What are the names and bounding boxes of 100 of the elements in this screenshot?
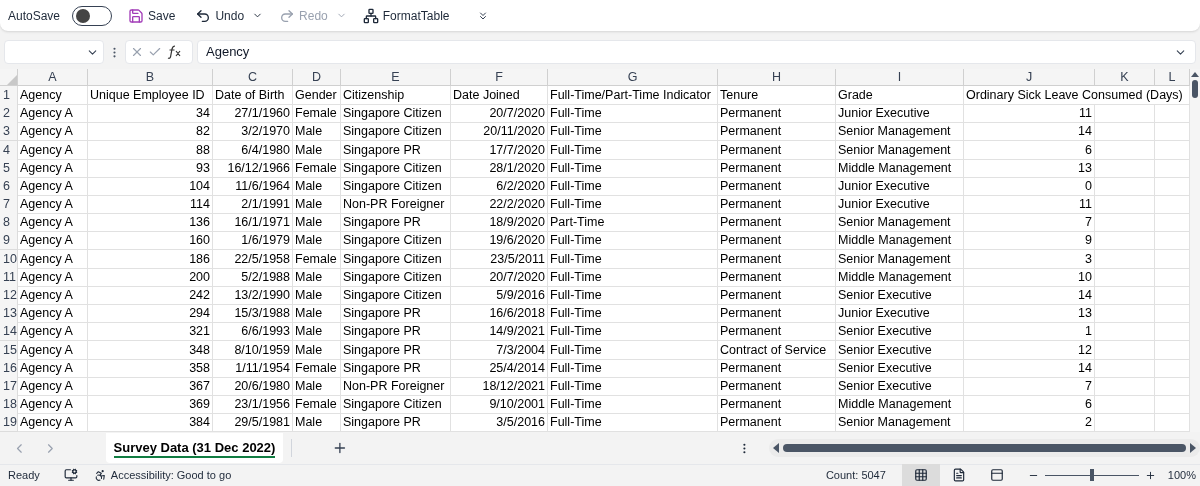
table-cell: Agency A [18,304,88,324]
table-cell: Middle Management [836,267,964,287]
table-cell: Singapore Citizen [341,286,451,305]
row-number[interactable]: 19 [0,413,18,432]
table-cell: Senior Management [836,122,964,142]
table-cell: Male [293,231,341,251]
column-header[interactable]: C [213,68,293,86]
table-cell: Singapore Citizen [341,104,451,124]
table-cell: 294 [88,304,213,324]
macro-recorder-icon[interactable] [63,468,78,483]
grid-icon [913,468,928,483]
column-heading: Full-Time/Part-Time Indicator [548,85,718,105]
formula-field[interactable]: Agency [197,40,1196,65]
zoom-level[interactable]: 100% [1167,467,1196,484]
accessibility-status[interactable]: Accessibility: Good to go [110,467,232,484]
empty-cell [1095,122,1155,142]
empty-cell [1095,322,1155,342]
table-cell: Permanent [718,249,836,269]
table-cell: 6/4/1980 [213,140,293,160]
autosave-toggle[interactable] [72,5,113,26]
table-cell: Singapore PR [341,340,451,360]
table-cell: Part-Time [548,213,718,233]
table-cell: Full-Time [548,267,718,287]
table-cell: Singapore Citizen [341,231,451,251]
table-cell: 3/5/2016 [451,413,548,432]
column-heading: Agency [18,85,88,105]
table-cell: 1 [964,322,1095,342]
table-cell: 7/3/2004 [451,340,548,360]
function-icon[interactable] [166,45,182,60]
table-cell: 6/6/1993 [213,322,293,342]
table-cell: Male [293,304,341,324]
normal-view-button[interactable] [901,464,940,486]
table-cell: Singapore Citizen [341,158,451,178]
table-cell: 93 [88,158,213,178]
sheet-tab[interactable]: Survey Data (31 Dec 2022) [105,432,284,463]
table-cell: 5/9/2016 [451,286,548,305]
column-header[interactable]: E [341,68,451,86]
zoom-slider[interactable] [1044,469,1139,482]
table-cell: 23/5/2011 [451,249,548,269]
table-cell: 8/10/1959 [213,340,293,360]
table-cell: Agency A [18,322,88,342]
accessibility-icon[interactable] [93,469,107,482]
autosave-label: AutoSave [8,7,61,25]
slider-thumb[interactable] [1089,469,1094,482]
table-cell: Permanent [718,376,836,396]
undo-button[interactable]: Undo [191,4,249,27]
table-cell: 7 [964,376,1095,396]
table-cell: 369 [88,395,213,415]
column-header[interactable]: H [718,68,836,86]
row-number[interactable]: 9 [0,231,18,251]
table-cell: Male [293,286,341,305]
table-cell: 34 [88,104,213,124]
hierarchy-icon [362,7,379,24]
column-header[interactable]: B [88,68,213,86]
column-heading: Citizenship [341,85,451,105]
table-cell: Junior Executive [836,104,964,124]
row-number[interactable]: 3 [0,122,18,142]
table-cell: Female [293,358,341,378]
table-cell: Non-PR Foreigner [341,195,451,215]
empty-cell [1095,158,1155,178]
column-header[interactable]: K [1095,68,1155,86]
table-cell: Full-Time [548,249,718,269]
table-cell: Singapore PR [341,413,451,432]
table-cell: 136 [88,213,213,233]
table-cell: 13 [964,304,1095,324]
column-header[interactable]: J [964,68,1095,86]
table-cell: Singapore Citizen [341,267,451,287]
table-cell: Male [293,122,341,142]
table-cell: Full-Time [548,358,718,378]
column-header[interactable]: D [293,68,341,86]
table-cell: Singapore PR [341,213,451,233]
empty-cell [1095,231,1155,251]
table-cell: Male [293,140,341,160]
column-header[interactable]: A [18,68,88,86]
table-cell: Agency A [18,158,88,178]
table-cell: Male [293,195,341,215]
table-cell: Senior Management [836,140,964,160]
table-cell: 25/4/2014 [451,358,548,378]
page-icon [951,468,966,483]
column-heading: Gender [293,85,341,105]
table-cell: 16/12/1966 [213,158,293,178]
table-cell: Full-Time [548,322,718,342]
table-cell: 2 [964,413,1095,432]
zoom-in-icon[interactable] [1144,470,1156,481]
format-table-button[interactable]: FormatTable [358,4,454,27]
column-header[interactable]: F [451,68,548,86]
empty-cell [1095,413,1155,432]
row-number[interactable]: 14 [0,322,18,342]
column-header[interactable]: G [548,68,718,86]
table-cell: Permanent [718,322,836,342]
column-header[interactable]: I [836,68,964,86]
table-cell: 11/6/1964 [213,176,293,196]
table-cell: Middle Management [836,231,964,251]
table-cell: 6 [964,395,1095,415]
save-button[interactable]: Save [124,4,180,27]
horizontal-scrollbar[interactable] [768,439,1200,458]
table-cell: Permanent [718,158,836,178]
table-cell: 9 [964,231,1095,251]
table-cell: 3 [964,249,1095,269]
table-cell: Full-Time [548,122,718,142]
